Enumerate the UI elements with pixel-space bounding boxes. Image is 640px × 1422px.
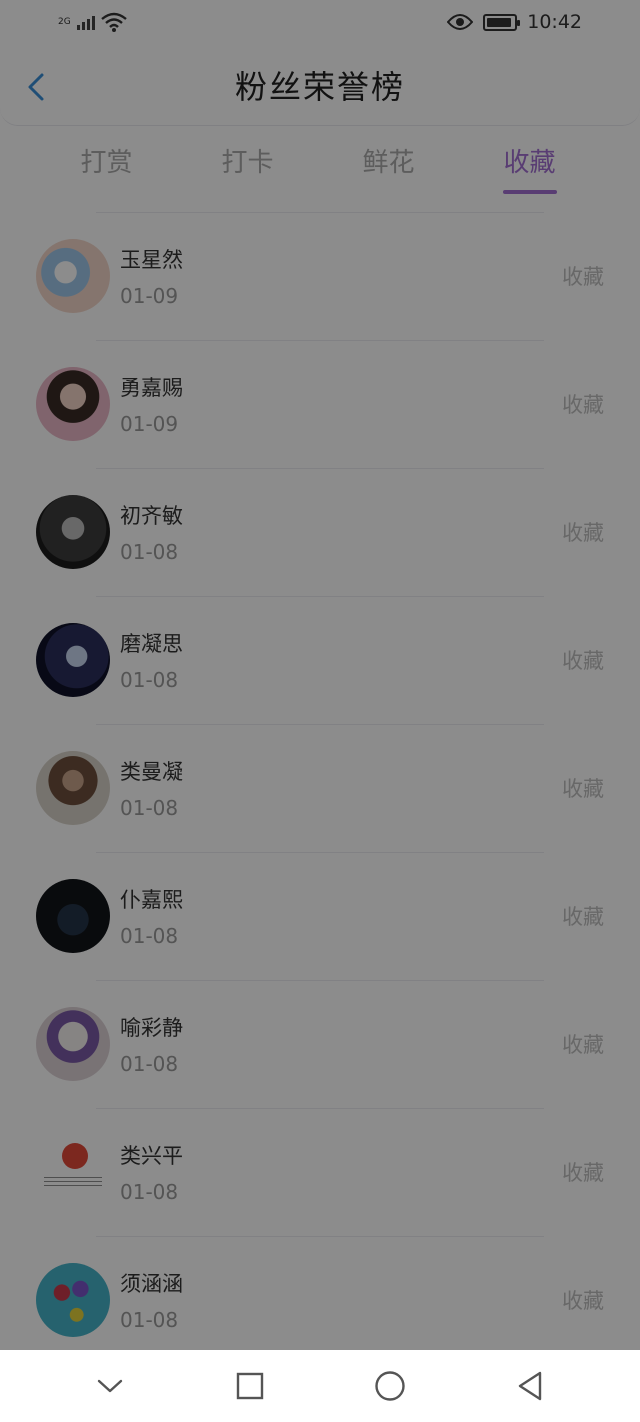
fan-name: 玉星然: [120, 248, 183, 272]
list-item[interactable]: 初齐敏 01-08 收藏: [0, 468, 640, 596]
fan-action: 收藏: [562, 1033, 604, 1057]
battery-fill: [487, 17, 511, 27]
fan-name: 喻彩静: [120, 1016, 183, 1040]
fan-info: 类曼凝 01-08: [120, 756, 562, 820]
fan-action: 收藏: [562, 265, 604, 289]
fan-name: 初齐敏: [120, 504, 183, 528]
fan-date: 01-08: [120, 796, 179, 820]
fan-date: 01-09: [120, 284, 179, 308]
fan-info: 喻彩静 01-08: [120, 1012, 562, 1076]
fan-date: 01-09: [120, 412, 179, 436]
status-left: 2G: [58, 12, 127, 32]
square-icon[interactable]: [226, 1362, 274, 1410]
fan-name: 类兴平: [120, 1144, 183, 1168]
list-item[interactable]: 仆嘉熙 01-08 收藏: [0, 852, 640, 980]
fan-info: 仆嘉熙 01-08: [120, 884, 562, 948]
list-item[interactable]: 喻彩静 01-08 收藏: [0, 980, 640, 1108]
network-type: 2G: [58, 17, 71, 27]
avatar[interactable]: [36, 239, 110, 313]
fan-name: 磨凝思: [120, 632, 183, 656]
eye-icon: [447, 14, 474, 30]
fan-action: 收藏: [562, 649, 604, 673]
tab-checkin[interactable]: 打卡: [203, 140, 293, 196]
system-nav-bar: [0, 1350, 640, 1422]
fan-info: 勇嘉赐 01-09: [120, 372, 562, 436]
avatar[interactable]: [36, 879, 110, 953]
fan-info: 磨凝思 01-08: [120, 628, 562, 692]
status-right: 10:42: [447, 11, 582, 33]
fan-info: 类兴平 01-08: [120, 1140, 562, 1204]
list-item[interactable]: 须涵涵 01-08 收藏: [0, 1236, 640, 1364]
fan-action: 收藏: [562, 1161, 604, 1185]
avatar[interactable]: [36, 495, 110, 569]
fan-date: 01-08: [120, 668, 179, 692]
fan-date: 01-08: [120, 1308, 179, 1332]
list-item[interactable]: 玉星然 01-09 收藏: [0, 212, 640, 340]
header: 粉丝荣誉榜: [0, 44, 640, 126]
fan-name: 类曼凝: [120, 760, 183, 784]
list-item[interactable]: 类曼凝 01-08 收藏: [0, 724, 640, 852]
wifi-icon: [100, 12, 127, 32]
fan-date: 01-08: [120, 1180, 179, 1204]
avatar[interactable]: [36, 367, 110, 441]
avatar[interactable]: [36, 1263, 110, 1337]
fan-action: 收藏: [562, 393, 604, 417]
avatar[interactable]: [36, 1007, 110, 1081]
fan-action: 收藏: [562, 777, 604, 801]
fan-info: 初齐敏 01-08: [120, 500, 562, 564]
fan-name: 仆嘉熙: [120, 888, 183, 912]
fan-date: 01-08: [120, 1052, 179, 1076]
fan-action: 收藏: [562, 1289, 604, 1313]
chevron-left-icon[interactable]: [24, 72, 48, 102]
tab-reward[interactable]: 打赏: [62, 140, 152, 196]
chevron-down-icon[interactable]: [86, 1362, 134, 1410]
tab-favorites[interactable]: 收藏: [485, 140, 575, 196]
status-bar: 2G 10:42: [0, 0, 640, 44]
fan-date: 01-08: [120, 540, 179, 564]
tab-flowers[interactable]: 鲜花: [344, 140, 434, 196]
avatar[interactable]: [36, 1135, 110, 1209]
fox-logo: [62, 1143, 88, 1169]
fan-info: 玉星然 01-09: [120, 244, 562, 308]
screen: 2G 10:42 粉丝荣誉榜 打赏 打卡 鲜花 收藏 玉星然 01-09 收藏 …: [0, 0, 640, 1422]
fan-action: 收藏: [562, 905, 604, 929]
fan-action: 收藏: [562, 521, 604, 545]
triangle-back-icon[interactable]: [506, 1362, 554, 1410]
fan-list: 玉星然 01-09 收藏 勇嘉赐 01-09 收藏 初齐敏 01-08 收藏 磨…: [0, 212, 640, 1364]
avatar[interactable]: [36, 623, 110, 697]
fan-name: 须涵涵: [120, 1272, 183, 1296]
avatar[interactable]: [36, 751, 110, 825]
fan-name: 勇嘉赐: [120, 376, 183, 400]
fan-date: 01-08: [120, 924, 179, 948]
circle-icon[interactable]: [366, 1362, 414, 1410]
clock: 10:42: [527, 11, 582, 33]
list-item[interactable]: 磨凝思 01-08 收藏: [0, 596, 640, 724]
fan-info: 须涵涵 01-08: [120, 1268, 562, 1332]
battery-icon: [483, 13, 521, 31]
page-title: 粉丝荣誉榜: [234, 67, 405, 106]
list-item[interactable]: 勇嘉赐 01-09 收藏: [0, 340, 640, 468]
tab-bar: 打赏 打卡 鲜花 收藏: [0, 140, 640, 200]
list-item[interactable]: 类兴平 01-08 收藏: [0, 1108, 640, 1236]
avatar-scribble: [44, 1177, 102, 1189]
signal-icon: [76, 14, 95, 30]
